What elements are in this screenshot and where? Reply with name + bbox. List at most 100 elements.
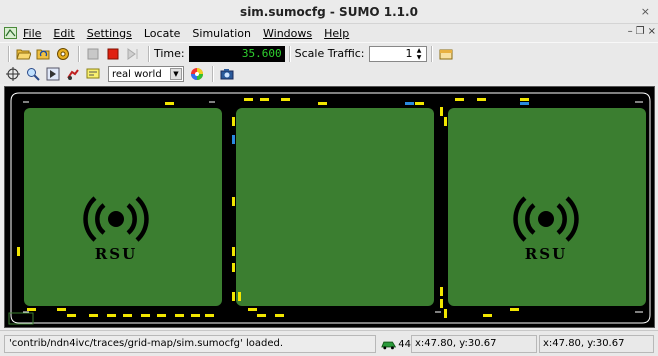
car-icon	[381, 341, 397, 350]
vehicle-marker	[444, 117, 447, 126]
vehicle-marker	[107, 314, 116, 317]
camera-icon[interactable]	[218, 65, 236, 83]
vehicle-marker	[405, 102, 414, 105]
stop-icon[interactable]	[104, 45, 122, 63]
color-scheme-select[interactable]: real world ▼	[108, 66, 184, 82]
vehicle-marker	[238, 292, 241, 301]
vehicle-marker	[175, 314, 184, 317]
window-titlebar: sim.sumocfg - SUMO 1.1.0 ×	[0, 0, 658, 24]
scale-traffic-spinner[interactable]: 1 ▲ ▼	[368, 45, 427, 62]
sumo-app-icon	[4, 27, 17, 39]
toolbar-grip	[8, 45, 10, 62]
main-toolbar: Time: 35.600 Scale Traffic: 1 ▲ ▼	[0, 42, 658, 64]
step-icon[interactable]	[124, 45, 142, 63]
open-folder-icon[interactable]	[14, 45, 32, 63]
vehicle-marker	[520, 102, 529, 105]
vehicle-marker	[281, 98, 290, 101]
vehicle-marker	[455, 98, 464, 101]
vehicle-marker	[232, 292, 235, 301]
vehicle-marker	[440, 107, 443, 116]
simulation-canvas[interactable]: RSU RSU	[4, 86, 655, 328]
vehicle-marker	[275, 314, 284, 317]
menubar: File Edit Settings Locate Simulation Win…	[0, 24, 658, 42]
mdi-close-button[interactable]: ×	[648, 26, 656, 37]
vehicle-marker	[191, 314, 200, 317]
vehicle-marker	[244, 98, 253, 101]
toolbar-separator	[430, 45, 433, 62]
time-label: Time:	[154, 47, 185, 60]
reload-icon[interactable]	[34, 45, 52, 63]
vehicle-marker	[318, 102, 327, 105]
time-display: 35.600	[188, 45, 285, 62]
vehicle-marker	[57, 308, 66, 311]
cursor-position: x:47.80, y:30.67	[411, 335, 537, 353]
scale-traffic-value: 1	[405, 47, 413, 60]
vehicle-marker	[232, 247, 235, 256]
vehicle-marker	[141, 314, 150, 317]
vehicle-marker	[165, 102, 174, 105]
vehicle-marker	[257, 314, 266, 317]
scale-traffic-label: Scale Traffic:	[294, 47, 365, 60]
menu-locate[interactable]: Locate	[144, 27, 181, 40]
vehicle-marker	[157, 314, 166, 317]
rsu-icon-left: RSU	[82, 195, 150, 271]
menu-simulation[interactable]: Simulation	[192, 27, 251, 40]
vehicle-marker	[415, 102, 424, 105]
vehicle-marker	[232, 263, 235, 272]
mdi-minimize-button[interactable]: –	[628, 26, 633, 37]
spinner-arrows-icon[interactable]: ▲ ▼	[415, 47, 424, 61]
menu-help[interactable]: Help	[324, 27, 349, 40]
run-icon[interactable]	[84, 45, 102, 63]
menu-windows[interactable]: Windows	[263, 27, 312, 40]
recenter-icon[interactable]	[4, 65, 22, 83]
vehicle-marker	[17, 247, 20, 256]
delay-icon[interactable]	[437, 45, 455, 63]
vehicle-marker	[232, 117, 235, 126]
vehicle-marker	[477, 98, 486, 101]
broadcast-icon	[83, 196, 149, 242]
vehicle-icon[interactable]	[64, 65, 82, 83]
toolbar-separator	[288, 45, 291, 62]
color-wheel-icon[interactable]	[188, 65, 206, 83]
vehicle-marker	[520, 98, 529, 101]
locate-icon[interactable]	[44, 65, 62, 83]
vehicle-count: 44	[381, 335, 411, 353]
vehicle-marker	[67, 314, 76, 317]
vehicle-marker	[232, 135, 235, 144]
view-toolbar: real world ▼	[0, 64, 658, 84]
mdi-restore-button[interactable]: ❐	[636, 26, 645, 37]
cursor-position-geo: x:47.80, y:30.67	[539, 335, 654, 353]
rsu-icon-right: RSU	[512, 195, 580, 271]
vehicle-marker	[510, 308, 519, 311]
vehicle-marker	[440, 299, 443, 308]
chevron-down-icon[interactable]: ▼	[170, 68, 182, 80]
mdi-controls: – ❐ ×	[628, 26, 656, 37]
city-block-middle	[236, 108, 434, 306]
color-scheme-value: real world	[112, 68, 162, 80]
vehicle-marker	[89, 314, 98, 317]
settings-icon[interactable]	[54, 45, 72, 63]
window-close-button[interactable]: ×	[641, 5, 650, 18]
vehicle-count-value: 44	[398, 338, 411, 350]
tag-icon[interactable]	[84, 65, 102, 83]
menu-file[interactable]: File	[23, 27, 41, 40]
status-message: 'contrib/ndn4ivc/traces/grid-map/sim.sum…	[4, 335, 376, 353]
vehicle-marker	[440, 287, 443, 296]
vehicle-marker	[483, 314, 492, 317]
rsu-label: RSU	[524, 245, 568, 263]
menu-edit[interactable]: Edit	[53, 27, 74, 40]
menu-settings[interactable]: Settings	[87, 27, 132, 40]
broadcast-icon	[513, 196, 579, 242]
zoom-icon[interactable]	[24, 65, 42, 83]
vehicle-marker	[248, 308, 257, 311]
vehicle-marker	[260, 98, 269, 101]
vehicle-marker	[205, 314, 214, 317]
vehicle-marker	[444, 309, 447, 318]
vehicle-marker	[232, 197, 235, 206]
toolbar-separator	[78, 45, 80, 62]
rsu-label: RSU	[94, 245, 138, 263]
toolbar-separator	[148, 45, 150, 62]
toolbar-separator	[212, 66, 214, 82]
vehicle-marker	[123, 314, 132, 317]
vehicle-marker	[27, 308, 36, 311]
